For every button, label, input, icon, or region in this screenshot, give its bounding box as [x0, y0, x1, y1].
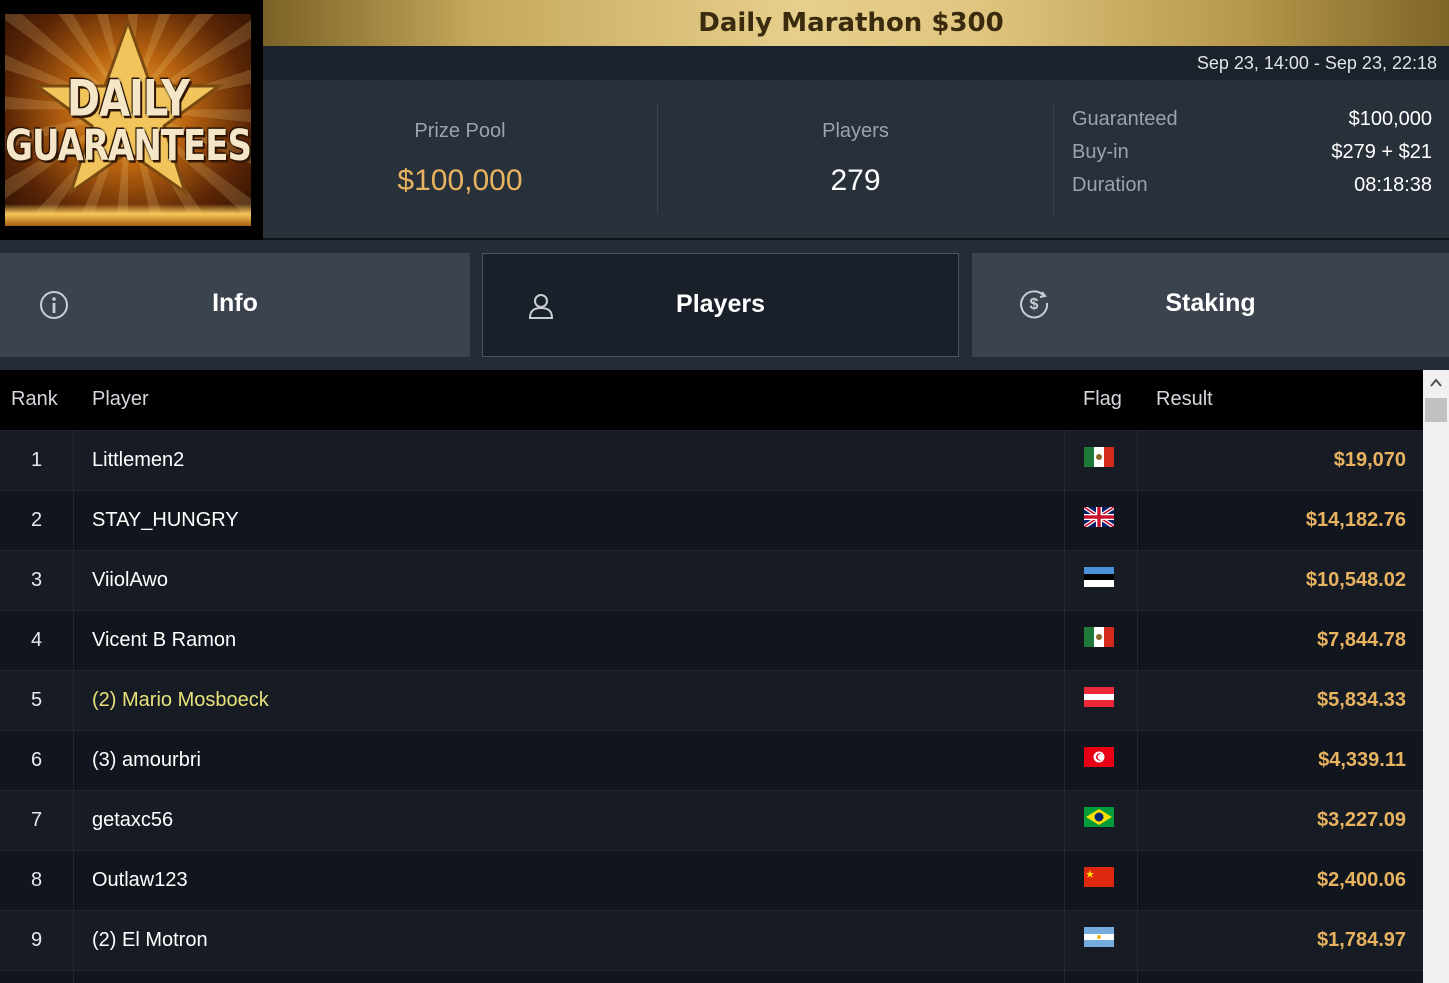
player-name[interactable]: Outlaw123: [92, 851, 188, 910]
column-header-player[interactable]: Player: [92, 388, 149, 411]
players-stat: Players 279: [658, 104, 1053, 214]
flag-cell: [1064, 431, 1138, 490]
stat-divider: [1053, 104, 1054, 214]
player-name[interactable]: ViiolAwo: [92, 551, 168, 610]
title-bar: Daily Marathon $300: [263, 0, 1449, 46]
flag-cell: [1064, 551, 1138, 610]
player-name[interactable]: getaxc56: [92, 791, 173, 850]
tab-label: Staking: [1165, 289, 1256, 317]
result-cell: $10,548.02: [1305, 569, 1406, 591]
rank-cell: 9: [0, 911, 74, 970]
tournament-details: Guaranteed $100,000 Buy-in $279 + $21 Du…: [1072, 108, 1432, 207]
prize-pool-value: $100,000: [397, 164, 523, 197]
player-name[interactable]: Littlemen2: [92, 431, 184, 490]
flag-cell: [1064, 791, 1138, 850]
result-cell: $4,339.11: [1318, 749, 1406, 771]
estonia-flag-icon: [1084, 567, 1114, 587]
rank-cell: 2: [0, 491, 74, 550]
table-row[interactable]: 9 (2) El Motron $1,784.97: [0, 910, 1423, 970]
table-row[interactable]: [0, 970, 1423, 983]
table-row[interactable]: 8 Outlaw123 $2,400.06: [0, 850, 1423, 910]
flag-cell: [1064, 731, 1138, 790]
rank-cell: 6: [0, 731, 74, 790]
tab-staking[interactable]: $ Staking: [972, 253, 1449, 357]
scrollbar[interactable]: [1423, 370, 1449, 983]
rank-cell: 5: [0, 671, 74, 730]
table-row[interactable]: 6 (3) amourbri $4,339.11: [0, 730, 1423, 790]
flag-cell: [1064, 491, 1138, 550]
rank-cell: 7: [0, 791, 74, 850]
scroll-thumb[interactable]: [1425, 398, 1447, 422]
players-label: Players: [822, 120, 889, 142]
player-name[interactable]: (3) amourbri: [92, 731, 201, 790]
column-header-rank[interactable]: Rank: [11, 388, 58, 411]
column-header-result[interactable]: Result: [1156, 388, 1213, 411]
player-name[interactable]: STAY_HUNGRY: [92, 491, 239, 550]
flag-cell: [1064, 971, 1138, 983]
table-row[interactable]: 4 Vicent B Ramon $7,844.78: [0, 610, 1423, 670]
detail-guaranteed: Guaranteed $100,000: [1072, 108, 1432, 141]
prize-pool-label: Prize Pool: [414, 120, 506, 142]
flag-cell: [1064, 911, 1138, 970]
tunisia-flag-icon: [1084, 747, 1114, 767]
tab-info[interactable]: Info: [0, 253, 470, 357]
players-table: Rank Player Flag Result 1 Littlemen2 $19,0…: [0, 370, 1423, 983]
detail-value: $279 + $21: [1331, 141, 1432, 163]
detail-value: $100,000: [1348, 108, 1432, 130]
detail-value: 08:18:38: [1354, 174, 1432, 196]
tournament-stats: Prize Pool $100,000 Players 279 Guarante…: [263, 80, 1449, 238]
result-cell: $14,182.76: [1305, 509, 1406, 531]
prize-pool-stat: Prize Pool $100,000: [263, 104, 657, 214]
rank-cell: 4: [0, 611, 74, 670]
rank-cell: 1: [0, 431, 74, 490]
united-kingdom-flag-icon: [1084, 507, 1114, 527]
tab-label: Info: [212, 289, 258, 317]
tournament-dates: Sep 23, 14:00 - Sep 23, 22:18: [1196, 53, 1437, 73]
table-row[interactable]: 5 (2) Mario Mosboeck $5,834.33: [0, 670, 1423, 730]
table-row[interactable]: 1 Littlemen2 $19,070: [0, 430, 1423, 490]
rank-cell: 8: [0, 851, 74, 910]
brazil-flag-icon: [1084, 807, 1114, 827]
table-header: Rank Player Flag Result: [0, 370, 1423, 430]
flag-cell: [1064, 671, 1138, 730]
detail-duration: Duration 08:18:38: [1072, 174, 1432, 207]
argentina-flag-icon: [1084, 927, 1114, 947]
tab-strip: Info Players $ Staking: [0, 240, 1449, 370]
table-row[interactable]: 7 getaxc56 $3,227.09: [0, 790, 1423, 850]
tournament-logo: DAILY GUARANTEES: [0, 0, 263, 240]
result-cell: $7,844.78: [1317, 629, 1406, 651]
result-cell: $1,784.97: [1317, 929, 1406, 951]
rank-cell: 3: [0, 551, 74, 610]
detail-label: Duration: [1072, 174, 1148, 196]
flag-cell: [1064, 611, 1138, 670]
scroll-up-arrow-icon[interactable]: [1423, 370, 1449, 396]
flag-cell: [1064, 851, 1138, 910]
tab-players[interactable]: Players: [482, 253, 959, 357]
detail-label: Buy-in: [1072, 141, 1129, 163]
date-bar: Sep 23, 14:00 - Sep 23, 22:18: [263, 46, 1449, 80]
mexico-flag-icon: [1084, 627, 1114, 647]
column-header-flag[interactable]: Flag: [1083, 388, 1122, 411]
china-flag-icon: [1084, 867, 1114, 887]
tab-label: Players: [676, 290, 765, 318]
tournament-title: Daily Marathon $300: [698, 8, 1004, 38]
result-cell: $19,070: [1333, 449, 1406, 471]
table-row[interactable]: 3 ViiolAwo $10,548.02: [0, 550, 1423, 610]
result-cell: $3,227.09: [1317, 809, 1406, 831]
result-cell: $2,400.06: [1317, 869, 1406, 891]
logo-text-guarantees: GUARANTEES: [5, 121, 251, 171]
mexico-flag-icon: [1084, 447, 1114, 467]
player-name[interactable]: Vicent B Ramon: [92, 611, 236, 670]
player-name[interactable]: (2) El Motron: [92, 911, 208, 970]
result-cell: $5,834.33: [1317, 689, 1406, 711]
rank-cell: [0, 971, 74, 983]
logo-text-daily: DAILY: [66, 70, 190, 128]
detail-buy-in: Buy-in $279 + $21: [1072, 141, 1432, 174]
player-name[interactable]: (2) Mario Mosboeck: [92, 671, 269, 730]
players-value: 279: [830, 164, 881, 197]
detail-label: Guaranteed: [1072, 108, 1178, 130]
table-row[interactable]: 2 STAY_HUNGRY $14,182.76: [0, 490, 1423, 550]
austria-flag-icon: [1084, 687, 1114, 707]
